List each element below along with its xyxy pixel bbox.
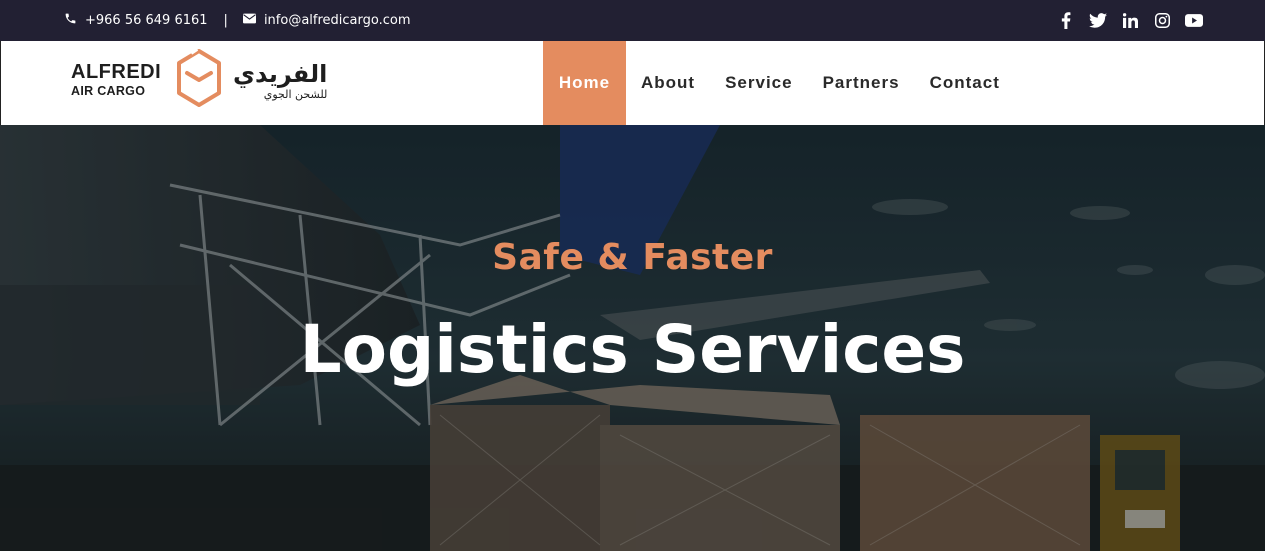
nav-item-home[interactable]: Home xyxy=(543,41,626,125)
phone-contact[interactable]: +966 56 649 6161 xyxy=(64,12,208,29)
logo-arabic-line2: للشحن الجوي xyxy=(263,88,328,101)
envelope-icon xyxy=(242,13,256,28)
hero-title: Logistics Services xyxy=(299,311,966,388)
email-address: info@alfredicargo.com xyxy=(263,13,411,28)
nav-item-contact[interactable]: Contact xyxy=(915,41,1015,125)
logo-arabic-line1: الفريدي xyxy=(233,60,328,88)
facebook-icon[interactable] xyxy=(1057,12,1075,30)
site-logo[interactable]: ALFREDI AIR CARGO الفريدي للشحن الجوي xyxy=(71,47,327,117)
nav-item-about[interactable]: About xyxy=(626,41,710,125)
contact-separator: | xyxy=(223,13,228,28)
nav-item-partners[interactable]: Partners xyxy=(808,41,915,125)
phone-icon xyxy=(64,12,77,29)
logo-arabic-text: الفريدي للشحن الجوي xyxy=(233,61,327,103)
logo-name-line1: ALFREDI xyxy=(71,61,162,83)
social-links xyxy=(1057,0,1203,41)
logo-name-line2: AIR CARGO xyxy=(71,84,146,98)
nav-item-service[interactable]: Service xyxy=(710,41,808,125)
contact-info: +966 56 649 6161 | info@alfredicargo.com xyxy=(64,0,411,41)
hero-banner: Safe & Faster Logistics Services xyxy=(0,125,1265,551)
instagram-icon[interactable] xyxy=(1153,12,1171,30)
hero-subtitle: Safe & Faster xyxy=(492,237,773,278)
phone-number: +966 56 649 6161 xyxy=(85,13,208,28)
youtube-icon[interactable] xyxy=(1185,12,1203,30)
main-nav: Home About Service Partners Contact xyxy=(543,41,1015,125)
top-bar: +966 56 649 6161 | info@alfredicargo.com xyxy=(0,0,1265,41)
linkedin-icon[interactable] xyxy=(1121,12,1139,30)
logo-mark-icon xyxy=(175,47,223,117)
logo-english-text: ALFREDI AIR CARGO xyxy=(71,61,161,99)
email-contact[interactable]: info@alfredicargo.com xyxy=(242,13,411,28)
site-header: ALFREDI AIR CARGO الفريدي للشحن الجوي Ho… xyxy=(0,41,1265,125)
twitter-icon[interactable] xyxy=(1089,12,1107,30)
